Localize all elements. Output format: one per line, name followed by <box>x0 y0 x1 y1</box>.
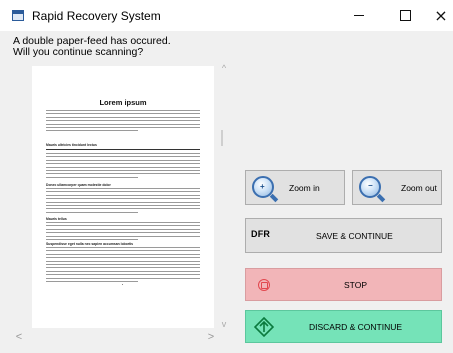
doc-text-line <box>46 253 200 255</box>
doc-text-line <box>46 176 139 178</box>
doc-text-line <box>46 159 200 161</box>
doc-text-line <box>46 120 200 122</box>
vertical-scrollbar[interactable]: ^ v <box>218 62 230 332</box>
doc-text-line <box>46 277 200 279</box>
doc-text-line <box>46 211 139 213</box>
document-preview: Lorem ipsum Mauris ultricies tincidunt l… <box>13 62 232 346</box>
doc-text-line <box>46 267 200 269</box>
doc-heading: Suspendisse eget nulla nec sapien accums… <box>46 242 134 246</box>
scroll-up-arrow-icon[interactable]: ^ <box>218 62 230 74</box>
discard-diamond-icon <box>254 317 274 337</box>
stop-label: STOP <box>344 280 367 290</box>
doc-text-line <box>46 225 200 227</box>
doc-text-line <box>46 228 200 230</box>
magnifier-handle-icon <box>269 193 279 203</box>
zoom-in-label: Zoom in <box>289 183 320 193</box>
window-title: Rapid Recovery System <box>32 9 161 23</box>
doc-text-line <box>46 188 200 189</box>
stop-button[interactable]: STOP <box>245 268 442 301</box>
scroll-right-arrow-icon[interactable]: > <box>205 330 217 344</box>
scanned-page-preview: Lorem ipsum Mauris ultricies tincidunt l… <box>32 66 214 328</box>
doc-text-line <box>46 222 200 223</box>
doc-text-line <box>46 166 200 168</box>
doc-text-line <box>46 116 200 118</box>
zoom-in-button[interactable]: + Zoom in <box>245 170 345 205</box>
window-app-icon <box>12 10 24 21</box>
magnifier-handle-icon <box>376 193 386 203</box>
prompt-line-2: Will you continue scanning? <box>13 46 144 58</box>
page-number-mark <box>122 284 123 285</box>
minus-icon: − <box>368 181 373 190</box>
zoom-out-button[interactable]: − Zoom out <box>352 170 442 205</box>
doc-rule <box>46 149 200 150</box>
doc-text-line <box>46 247 200 248</box>
doc-heading: Mauris tellus <box>46 217 67 221</box>
doc-text-line <box>46 264 200 265</box>
doc-text-line <box>46 208 200 210</box>
doc-text-line <box>46 198 200 200</box>
doc-text-line <box>46 270 200 272</box>
close-button[interactable]: × <box>418 0 453 31</box>
doc-text-line <box>46 153 200 154</box>
doc-text-line <box>46 156 200 158</box>
doc-text-line <box>46 194 200 196</box>
doc-text-line <box>46 235 200 237</box>
doc-heading: Mauris ultricies tincidunt lectus <box>46 143 97 147</box>
minimize-button[interactable] <box>336 0 382 31</box>
doc-text-line <box>46 123 200 125</box>
scroll-thumb[interactable] <box>221 130 223 146</box>
discard-continue-label: DISCARD & CONTINUE <box>309 322 403 332</box>
horizontal-scrollbar[interactable]: < > <box>13 330 219 344</box>
doc-text-line <box>46 257 200 259</box>
zoom-out-label: Zoom out <box>401 183 437 193</box>
doc-text-line <box>46 232 200 234</box>
plus-icon: + <box>260 182 265 191</box>
doc-text-line <box>46 191 200 193</box>
prompt-message: A double paper-feed has occured. Will yo… <box>13 36 171 58</box>
doc-text-line <box>46 110 200 111</box>
doc-text-line <box>46 173 200 175</box>
doc-text-line <box>46 163 200 165</box>
save-continue-label: SAVE & CONTINUE <box>316 231 393 241</box>
doc-text-line <box>46 130 139 132</box>
save-continue-button[interactable]: DFR SAVE & CONTINUE <box>245 218 442 253</box>
title-bar: Rapid Recovery System × <box>0 0 453 31</box>
scroll-left-arrow-icon[interactable]: < <box>13 330 25 344</box>
doc-text-line <box>46 281 139 282</box>
document-title: Lorem ipsum <box>99 98 147 107</box>
doc-text-line <box>46 170 200 171</box>
dfr-icon: DFR <box>251 229 271 239</box>
doc-text-line <box>46 250 200 252</box>
discard-continue-button[interactable]: DISCARD & CONTINUE <box>245 310 442 343</box>
doc-text-line <box>46 205 200 206</box>
doc-text-line <box>46 201 200 203</box>
doc-text-line <box>46 113 200 115</box>
doc-text-line <box>46 260 200 262</box>
doc-text-line <box>46 274 200 276</box>
doc-text-line <box>46 239 139 240</box>
doc-heading: Donec ullamcorper quam molestie dolor <box>46 183 111 187</box>
scroll-down-arrow-icon[interactable]: v <box>218 318 230 330</box>
stop-icon <box>258 279 270 291</box>
doc-text-line <box>46 127 200 128</box>
